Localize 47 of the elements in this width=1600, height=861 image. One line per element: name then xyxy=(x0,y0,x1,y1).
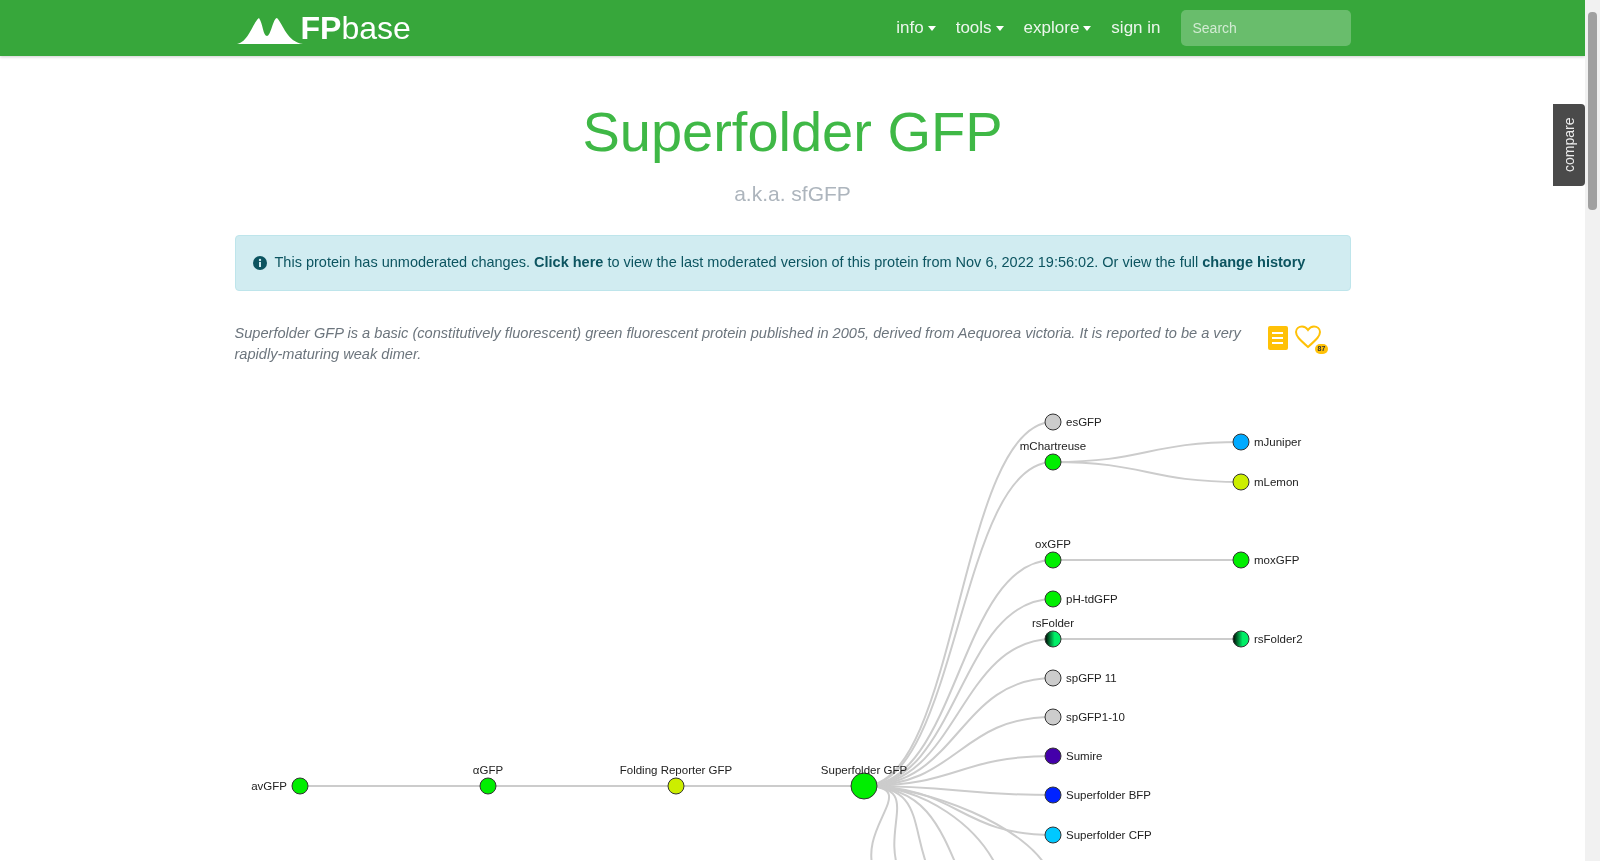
tree-node[interactable] xyxy=(1044,551,1061,568)
tree-node[interactable] xyxy=(1044,669,1061,686)
tree-node[interactable] xyxy=(1232,551,1249,568)
info-icon xyxy=(252,255,267,270)
tree-node[interactable] xyxy=(1044,413,1061,430)
tree-node[interactable] xyxy=(479,777,496,794)
tree-node[interactable] xyxy=(1044,708,1061,725)
node-label: pH-tdGFP xyxy=(1065,592,1118,605)
tree-node[interactable] xyxy=(1044,590,1061,607)
node-label: Superfolder CFP xyxy=(1065,828,1152,841)
node-label: mLemon xyxy=(1253,475,1299,488)
node-label: mChartreuse xyxy=(1019,439,1086,452)
page-subtitle: a.k.a. sfGFP xyxy=(733,181,852,207)
compare-tab[interactable]: compare xyxy=(1553,104,1585,186)
logo-text[interactable]: FPbase xyxy=(300,12,411,44)
nav-menu[interactable]: tools xyxy=(947,15,1012,41)
tree-node[interactable] xyxy=(1044,747,1061,764)
node-label: αGFP xyxy=(472,763,503,776)
scrollbar[interactable] xyxy=(1585,0,1600,861)
node-label: Superfolder GFP xyxy=(820,763,907,776)
nav-menu[interactable]: explore xyxy=(1015,15,1100,41)
tree-node[interactable] xyxy=(1232,473,1249,490)
node-label: moxGFP xyxy=(1253,553,1299,566)
tree-node[interactable] xyxy=(291,777,308,794)
alert-message: This protein has unmoderated changes. Click here to view the last moderated version of this protein from Nov 6, 2022 19:56:02. Or view the full change history xyxy=(274,252,1306,272)
node-label: spGFP 11 xyxy=(1065,671,1117,684)
node-label: rsFolder xyxy=(1031,616,1074,629)
node-label: Folding Reporter GFP xyxy=(619,763,732,776)
node-label: spGFP1-10 xyxy=(1065,710,1125,723)
tree-node[interactable] xyxy=(1044,786,1061,803)
node-label: mJuniper xyxy=(1253,435,1301,448)
tree-node[interactable] xyxy=(1044,453,1061,470)
nav-menu[interactable]: sign in xyxy=(1103,15,1169,41)
tree-node[interactable] xyxy=(1232,630,1249,647)
node-label: oxGFP xyxy=(1034,537,1071,550)
tree-node[interactable] xyxy=(1044,630,1061,647)
protein-description: Superfolder GFP is a basic (constitutively fluorescent) green fluorescent protein published in 2005, derived from Aequorea victoria. It is reported to be a very rapidly-maturing weak dimer. xyxy=(234,323,1243,364)
nav-menu[interactable]: info xyxy=(888,15,944,41)
node-label: esGFP xyxy=(1065,415,1102,428)
node-label: Superfolder BFP xyxy=(1065,788,1151,801)
logo-icon xyxy=(236,16,303,44)
tree-node[interactable] xyxy=(1232,433,1249,450)
tree-node[interactable] xyxy=(667,777,684,794)
tree-node[interactable] xyxy=(1044,826,1061,843)
node-label: avGFP xyxy=(250,779,287,792)
node-label: rsFolder2 xyxy=(1253,632,1303,645)
node-label: Sumire xyxy=(1065,749,1102,762)
